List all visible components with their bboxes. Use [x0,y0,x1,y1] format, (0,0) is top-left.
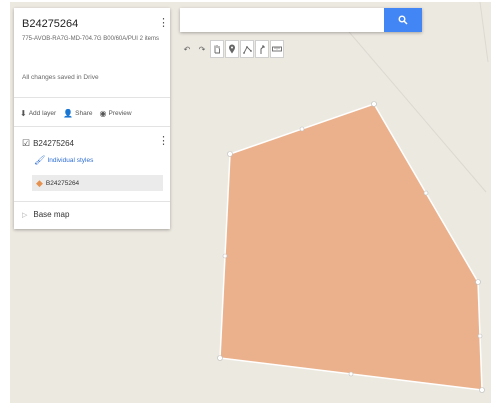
polygon-vertex[interactable] [217,355,223,361]
preview-button[interactable]: ◉ Preview [100,109,132,118]
polygon-vertex[interactable] [371,101,377,107]
drawing-toolbar: ↶ ↷ [180,40,285,58]
map-title[interactable]: B24275264 [22,18,78,30]
feature-list-item[interactable]: ◆ B24275264 [32,175,163,191]
measure-button[interactable] [270,40,284,58]
polygon-vertex[interactable] [227,151,233,157]
draw-line-icon [242,46,252,54]
add-directions-button[interactable] [255,40,269,58]
draw-line-button[interactable] [240,40,254,58]
search-icon [398,15,408,25]
layer-visibility-checkbox[interactable]: ☑ [22,138,30,148]
route-icon [260,45,265,54]
layer-options-icon[interactable]: ⋮ [158,136,169,147]
add-layer-label: Add layer [28,109,57,117]
polygon-vertex[interactable] [479,387,485,393]
layer-name[interactable]: B24275264 [33,139,74,148]
ruler-icon [272,46,282,52]
layer-header: ☑ B24275264 [22,138,74,148]
add-marker-button[interactable] [225,40,239,58]
polygon-midpoint[interactable] [222,253,228,259]
divider [14,201,170,202]
polygon-midpoint[interactable] [423,190,429,196]
layers-panel: B24275264 ⋮ 775-AVOB-RA7G-MD-704.7G B00/… [14,8,170,229]
hand-icon [214,45,220,54]
base-map-row[interactable]: ▷ Base map [22,210,69,219]
add-layer-icon: ⬇ [20,108,27,118]
redo-icon: ↷ [198,44,206,54]
layer-style-row[interactable]: 🖌 Individual styles [34,155,93,166]
search-button[interactable] [384,8,422,32]
polygon-midpoint[interactable] [477,333,483,339]
polygon-vertex[interactable] [475,279,481,285]
divider [14,97,170,98]
redo-button[interactable]: ↷ [195,40,209,58]
feature-name: B24275264 [45,179,80,187]
polygon-feature-icon: ◆ [36,177,43,188]
select-items-button[interactable] [210,40,224,58]
divider [14,126,170,127]
drawn-polygon[interactable] [219,103,483,391]
search-box [180,8,422,32]
expand-icon[interactable]: ▷ [22,211,27,219]
share-label: Share [75,109,93,117]
style-paint-icon: 🖌 [34,155,46,165]
road-line [479,2,489,63]
base-map-label: Base map [33,210,70,219]
add-layer-button[interactable]: ⬇ Add layer [20,109,56,118]
marker-icon [229,44,235,54]
undo-button[interactable]: ↶ [180,40,194,58]
individual-styles-link[interactable]: Individual styles [47,157,93,164]
panel-toolbar: ⬇ Add layer 👤 Share ◉ Preview [20,107,139,119]
map-description[interactable]: 775-AVOB-RA7G-MD-704.7G B00/60A/PUI 2 it… [22,35,160,43]
undo-icon: ↶ [183,44,191,54]
search-input[interactable] [180,8,392,32]
preview-label: Preview [108,109,132,117]
share-button[interactable]: 👤 Share [63,109,92,118]
polygon-midpoint[interactable] [299,126,305,132]
map-options-icon[interactable]: ⋮ [158,18,169,29]
polygon-midpoint[interactable] [348,371,354,377]
preview-icon: ◉ [99,108,107,118]
save-status: All changes saved in Drive [22,74,99,81]
share-icon: 👤 [63,108,74,118]
